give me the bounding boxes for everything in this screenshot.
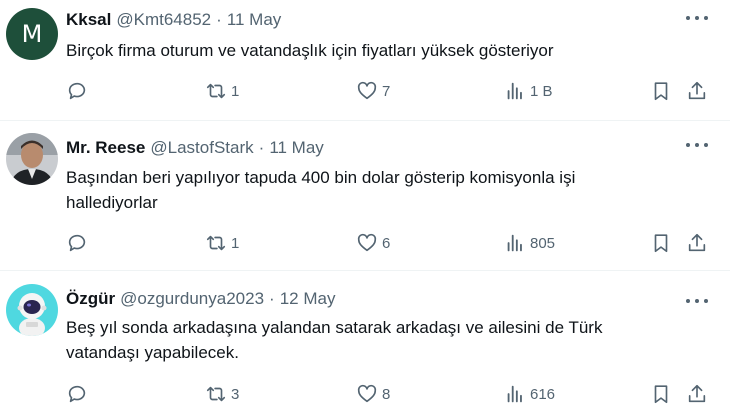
retweet-count: 1 [231,234,240,252]
tweet-text-line: vatandaşı yapabilecek. [66,343,239,362]
action-bar: 1 7 1 B [0,78,730,104]
share-button[interactable] [686,78,708,104]
avatar[interactable] [6,133,58,185]
more-icon[interactable] [686,14,708,22]
retweet-icon [206,235,226,251]
user-handle[interactable]: @ozgurdunya2023 [120,289,264,309]
separator: · [269,289,275,308]
tweet-header: Özgür @ozgurdunya2023 · 12 May [66,289,335,309]
bookmark-button[interactable] [650,381,672,407]
retweet-count: 3 [231,385,240,403]
like-button[interactable]: 7 [356,78,390,104]
views-count: 616 [530,385,556,403]
astronaut-avatar [6,284,58,336]
action-bar: 3 8 616 [0,381,730,407]
like-button[interactable]: 8 [356,381,390,407]
bookmark-icon [654,385,668,404]
views-button[interactable]: 805 [504,230,555,256]
action-bar: 1 6 805 [0,230,730,256]
tweet-header: Kksal @Kmt64852 · 11 May [66,10,281,30]
display-name[interactable]: Kksal [66,10,111,30]
reply-icon [68,234,86,252]
display-name[interactable]: Özgür [66,289,115,309]
reply-icon [68,82,86,100]
tweet-text: Birçok firma oturum ve vatandaşlık için … [66,38,706,63]
views-icon [507,82,522,100]
separator: · [216,10,222,29]
avatar-photo [6,133,58,185]
heart-icon [357,233,377,252]
retweet-button[interactable]: 1 [205,78,239,104]
share-button[interactable] [686,381,708,407]
tweet[interactable]: Mr. Reese @LastofStark · 11 May Başından… [0,121,730,271]
separator: · [258,138,265,157]
tweet-text: Başından beri yapılıyor tapuda 400 bin d… [66,165,706,215]
reply-button[interactable] [66,78,88,104]
avatar-letter: M [21,20,43,48]
tweet-text-line: Birçok firma oturum ve vatandaşlık için … [66,41,554,60]
tweet[interactable]: Özgür @ozgurdunya2023 · 12 May Beş yıl s… [0,271,730,420]
reply-button[interactable] [66,381,88,407]
display-name[interactable]: Mr. Reese [66,138,145,158]
tweet-date[interactable]: 11 May [269,138,324,158]
tweet-text-line: Beş yıl sonda arkadaşına yalandan satara… [66,318,603,337]
reply-icon [68,385,86,403]
tweet-text-line: Başından beri yapılıyor tapuda 400 bin d… [66,168,576,187]
like-count: 6 [382,234,391,252]
views-button[interactable]: 1 B [504,78,553,104]
retweet-count: 1 [231,82,240,100]
retweet-button[interactable]: 3 [205,381,239,407]
share-icon [688,233,706,252]
like-count: 8 [382,385,391,403]
tweet-header: Mr. Reese @LastofStark · 11 May [66,138,324,158]
heart-icon [357,81,377,100]
tweet-text-line: hallediyorlar [66,193,158,212]
user-handle[interactable]: @Kmt64852 [116,10,211,30]
views-icon [507,234,522,252]
share-icon [688,81,706,100]
retweet-button[interactable]: 1 [205,230,239,256]
views-count: 1 B [530,82,553,100]
share-button[interactable] [686,230,708,256]
bookmark-icon [654,82,668,101]
heart-icon [357,384,377,403]
like-count: 7 [382,82,391,100]
like-button[interactable]: 6 [356,230,390,256]
views-button[interactable]: 616 [504,381,555,407]
bookmark-button[interactable] [650,230,672,256]
retweet-icon [206,83,226,99]
more-icon[interactable] [686,141,708,149]
tweet-text: Beş yıl sonda arkadaşına yalandan satara… [66,315,706,365]
views-icon [507,385,522,403]
avatar[interactable] [6,284,58,336]
tweet-date[interactable]: 11 May [227,10,282,30]
bookmark-icon [654,234,668,253]
tweet-date[interactable]: 12 May [280,289,336,309]
retweet-icon [206,386,226,402]
user-handle[interactable]: @LastofStark [150,138,253,158]
avatar[interactable]: M [6,8,58,60]
more-icon[interactable] [686,297,708,305]
share-icon [688,384,706,403]
views-count: 805 [530,234,556,252]
tweet[interactable]: M Kksal @Kmt64852 · 11 May Birçok firma … [0,0,730,121]
bookmark-button[interactable] [650,78,672,104]
reply-button[interactable] [66,230,88,256]
